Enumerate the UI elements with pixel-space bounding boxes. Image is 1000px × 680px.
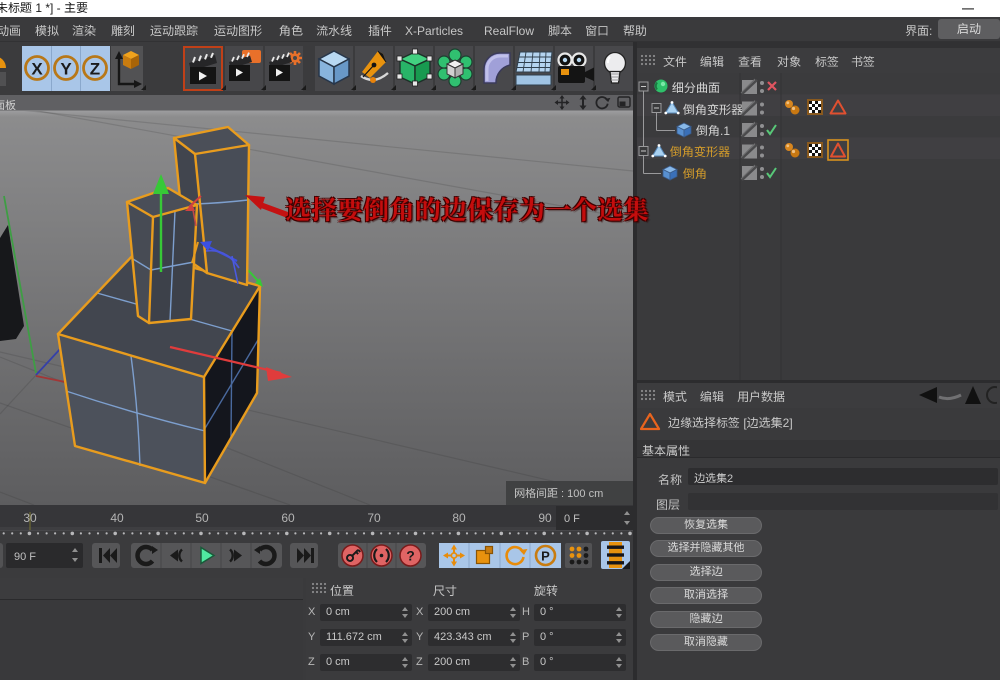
svg-text:90: 90 — [538, 511, 552, 525]
svg-text:Z: Z — [90, 60, 100, 79]
svg-text:40: 40 — [110, 511, 124, 525]
svg-text:80: 80 — [452, 511, 466, 525]
svg-text:细分曲面: 细分曲面 — [672, 81, 720, 95]
svg-text:0 F: 0 F — [564, 513, 580, 525]
svg-text:60: 60 — [281, 511, 295, 525]
svg-text:网格间距 : 100 cm: 网格间距 : 100 cm — [514, 487, 603, 500]
svg-text:70: 70 — [367, 511, 381, 525]
svg-text:P: P — [541, 549, 550, 564]
svg-text:90 F: 90 F — [14, 551, 36, 563]
svg-text:X: X — [31, 60, 43, 79]
svg-text:倒角.1: 倒角.1 — [696, 124, 730, 138]
svg-text:倒角变形器: 倒角变形器 — [670, 145, 731, 159]
svg-text:倒角变形器: 倒角变形器 — [683, 103, 744, 117]
svg-text:?: ? — [406, 548, 415, 564]
svg-text:50: 50 — [195, 511, 209, 525]
svg-text:倒角: 倒角 — [683, 167, 707, 181]
svg-text:Y: Y — [60, 60, 72, 79]
